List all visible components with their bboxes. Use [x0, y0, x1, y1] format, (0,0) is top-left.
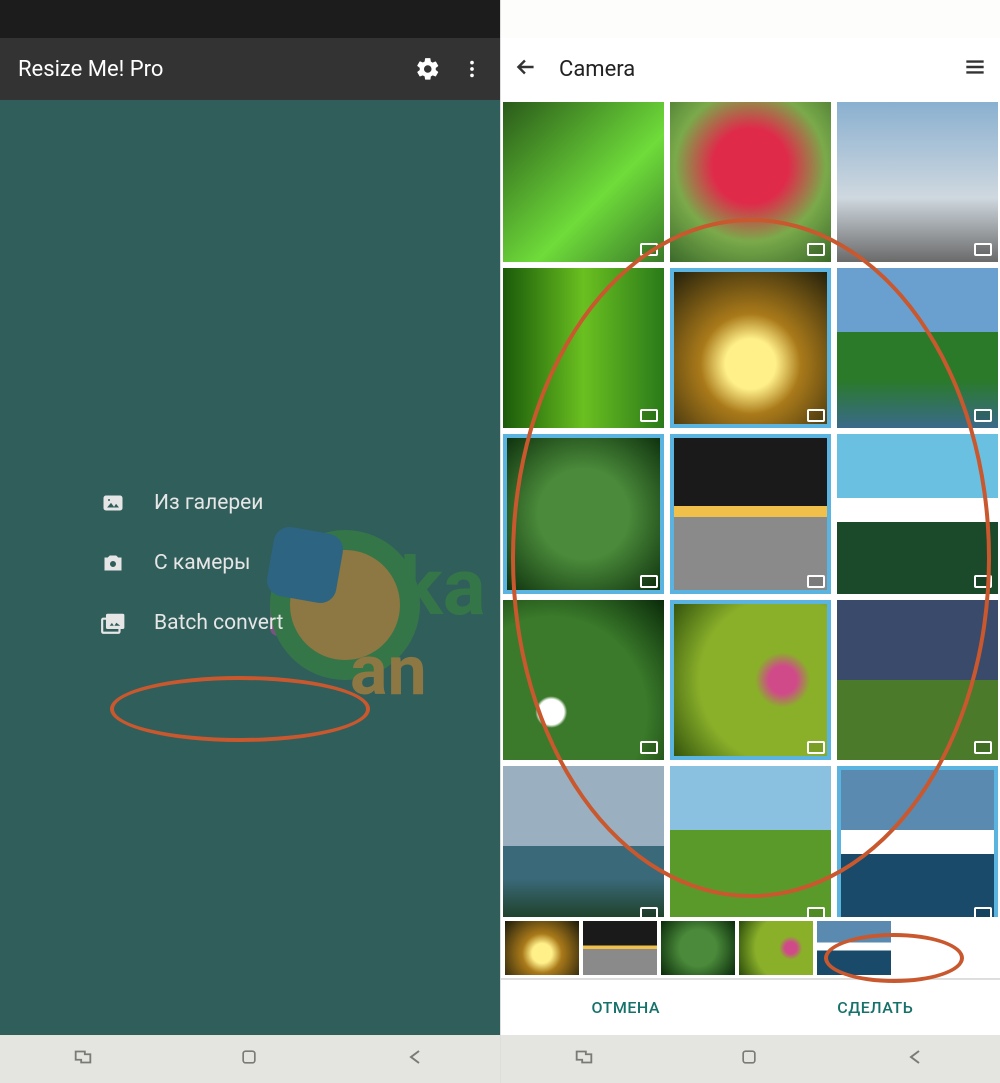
landscape-badge-icon [807, 575, 825, 588]
action-bar: ОТМЕНА СДЕЛАТЬ [501, 979, 1000, 1035]
more-vertical-icon [461, 58, 483, 80]
landscape-badge-icon [974, 243, 992, 256]
photo-thumbnail[interactable] [503, 102, 664, 262]
photo-thumbnail[interactable] [837, 268, 998, 428]
selected-thumb[interactable] [739, 921, 813, 975]
hamburger-icon [962, 54, 988, 80]
nav-home-button[interactable] [739, 1047, 759, 1071]
photo-thumbnail[interactable] [503, 600, 664, 760]
photo-thumbnail[interactable] [503, 268, 664, 428]
photo-thumbnail[interactable] [837, 434, 998, 594]
photo-thumbnail[interactable] [670, 434, 831, 594]
photo-thumbnail[interactable] [670, 268, 831, 428]
cancel-button[interactable]: ОТМЕНА [501, 980, 751, 1035]
photo-thumbnail[interactable] [670, 102, 831, 262]
nav-back-button[interactable] [404, 1045, 428, 1073]
photo-thumbnail[interactable] [837, 102, 998, 262]
system-nav-bar [501, 1035, 1000, 1083]
app-bar: Resize Me! Pro [0, 38, 500, 100]
nav-home-button[interactable] [239, 1047, 259, 1071]
landscape-badge-icon [974, 907, 992, 917]
overflow-menu-button[interactable] [450, 47, 494, 91]
status-bar [501, 0, 1000, 38]
menu-item-camera[interactable]: С камеры [100, 550, 400, 576]
landscape-badge-icon [807, 409, 825, 422]
landscape-badge-icon [640, 575, 658, 588]
system-nav-bar [0, 1035, 500, 1083]
camera-icon [100, 550, 126, 576]
photo-thumbnail[interactable] [503, 434, 664, 594]
arrow-left-icon [513, 54, 539, 80]
photo-thumbnail[interactable] [670, 600, 831, 760]
picker-title: Camera [559, 57, 942, 82]
landscape-badge-icon [807, 907, 825, 917]
back-button[interactable] [513, 54, 539, 84]
image-icon [100, 490, 126, 516]
images-stack-icon [100, 610, 126, 636]
selected-thumb[interactable] [505, 921, 579, 975]
menu-button[interactable] [962, 54, 988, 84]
app-title: Resize Me! Pro [18, 57, 406, 82]
landscape-badge-icon [640, 409, 658, 422]
menu-item-gallery[interactable]: Из галереи [100, 490, 400, 516]
landscape-badge-icon [974, 575, 992, 588]
menu-item-label: Batch convert [154, 611, 283, 635]
landscape-badge-icon [640, 907, 658, 917]
picker-top-bar: Camera [501, 38, 1000, 100]
gear-icon [415, 56, 441, 82]
photo-thumbnail[interactable] [503, 766, 664, 917]
landscape-badge-icon [640, 243, 658, 256]
nav-recents-button[interactable] [573, 1046, 595, 1072]
photo-thumbnail[interactable] [837, 766, 998, 917]
menu-item-label: С камеры [154, 551, 250, 575]
landscape-badge-icon [640, 741, 658, 754]
menu-item-batch[interactable]: Batch convert [100, 610, 400, 636]
annotation-highlight-batch [110, 676, 370, 742]
selected-thumb[interactable] [583, 921, 657, 975]
selection-strip [501, 917, 1000, 979]
screen-resize-app: Resize Me! Pro ka an Из галереи [0, 0, 500, 1083]
screen-picker: Camera [500, 0, 1000, 1083]
picker-body: ОТМЕНА СДЕЛАТЬ [501, 100, 1000, 1035]
menu-item-label: Из галереи [154, 491, 263, 515]
source-menu: Из галереи С камеры Batch convert [0, 490, 500, 636]
photo-grid[interactable] [501, 100, 1000, 917]
app-body: ka an Из галереи С камеры Batch conver [0, 100, 500, 1035]
landscape-badge-icon [807, 243, 825, 256]
landscape-badge-icon [974, 409, 992, 422]
selected-thumb[interactable] [661, 921, 735, 975]
done-button[interactable]: СДЕЛАТЬ [751, 980, 1000, 1035]
photo-thumbnail[interactable] [670, 766, 831, 917]
landscape-badge-icon [974, 741, 992, 754]
nav-back-button[interactable] [904, 1045, 928, 1073]
photo-thumbnail[interactable] [837, 600, 998, 760]
settings-button[interactable] [406, 47, 450, 91]
landscape-badge-icon [807, 741, 825, 754]
selected-thumb[interactable] [817, 921, 891, 975]
status-bar [0, 0, 500, 38]
nav-recents-button[interactable] [72, 1046, 94, 1072]
